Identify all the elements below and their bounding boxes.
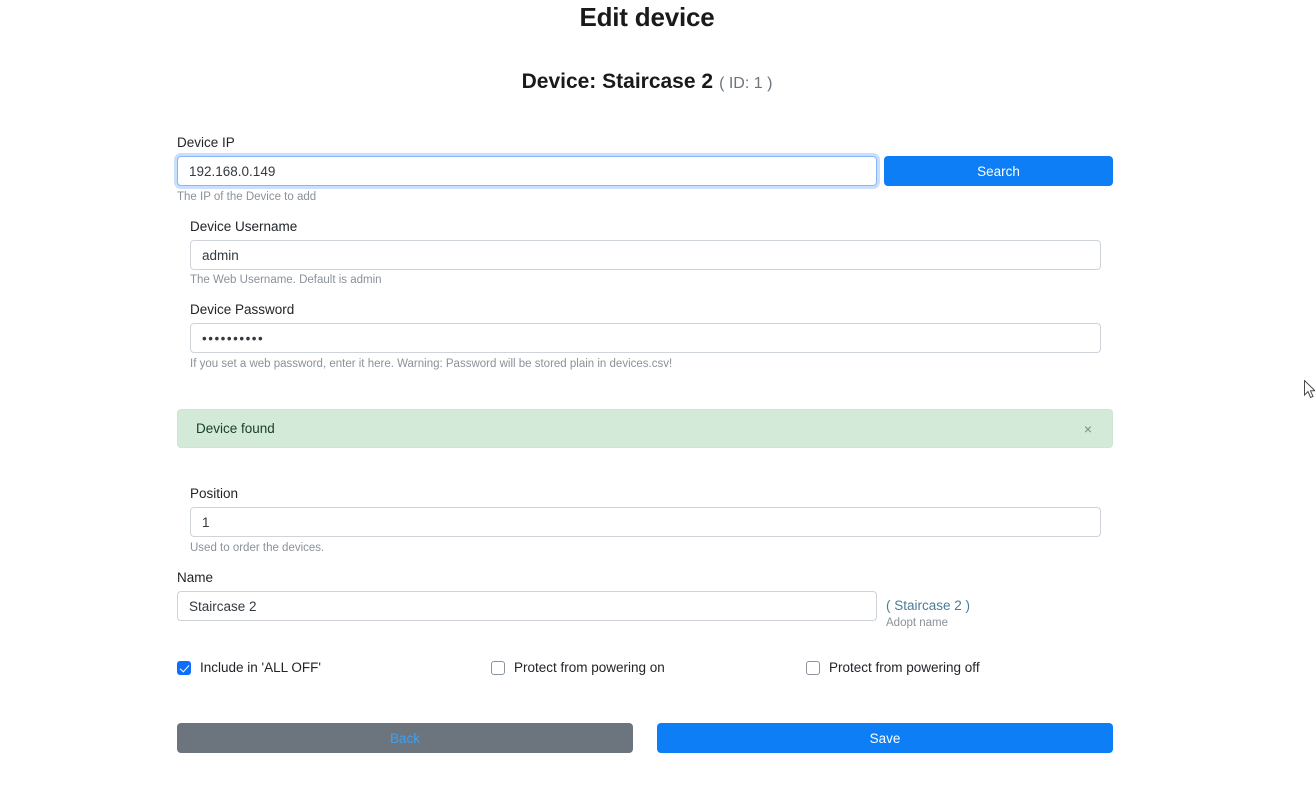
device-username-input[interactable]: [190, 240, 1101, 270]
back-button[interactable]: Back: [177, 723, 633, 753]
adopt-name-sublabel: Adopt name: [886, 617, 949, 629]
device-ip-label: Device IP: [177, 135, 235, 150]
close-icon[interactable]: ×: [1080, 420, 1096, 438]
device-password-help: If you set a web password, enter it here…: [190, 358, 673, 370]
checkbox-protect-powering-off[interactable]: Protect from powering off: [806, 660, 980, 675]
search-button[interactable]: Search: [884, 156, 1113, 186]
checkbox-include-all-off-label: Include in 'ALL OFF': [200, 660, 321, 675]
device-found-alert: Device found ×: [177, 409, 1113, 448]
alert-message: Device found: [196, 421, 275, 436]
checkbox-protect-powering-on[interactable]: Protect from powering on: [491, 660, 665, 675]
device-username-help: The Web Username. Default is admin: [190, 274, 382, 286]
edit-device-page: Edit device Device: Staircase 2( ID: 1 )…: [0, 0, 1315, 812]
name-input[interactable]: [177, 591, 877, 621]
position-help: Used to order the devices.: [190, 542, 325, 554]
device-ip-help: The IP of the Device to add: [177, 191, 317, 203]
checkbox-include-all-off[interactable]: Include in 'ALL OFF': [177, 660, 321, 675]
save-button[interactable]: Save: [657, 723, 1113, 753]
device-username-label: Device Username: [190, 219, 298, 234]
name-label: Name: [177, 570, 214, 585]
device-password-label: Device Password: [190, 302, 295, 317]
position-input[interactable]: [190, 507, 1101, 537]
device-password-input[interactable]: [190, 323, 1101, 353]
edit-device-form: Device IP The IP of the Device to add Se…: [0, 0, 1315, 812]
checkbox-include-all-off-box[interactable]: [177, 660, 191, 675]
checkbox-protect-powering-on-label: Protect from powering on: [514, 660, 665, 675]
adopt-name-link[interactable]: ( Staircase 2 ): [886, 598, 970, 613]
checkbox-protect-powering-off-label: Protect from powering off: [829, 660, 980, 675]
checkbox-protect-powering-off-box[interactable]: [806, 660, 820, 675]
device-ip-input[interactable]: [177, 156, 877, 186]
position-label: Position: [190, 486, 239, 501]
checkbox-protect-powering-on-box[interactable]: [491, 660, 505, 675]
